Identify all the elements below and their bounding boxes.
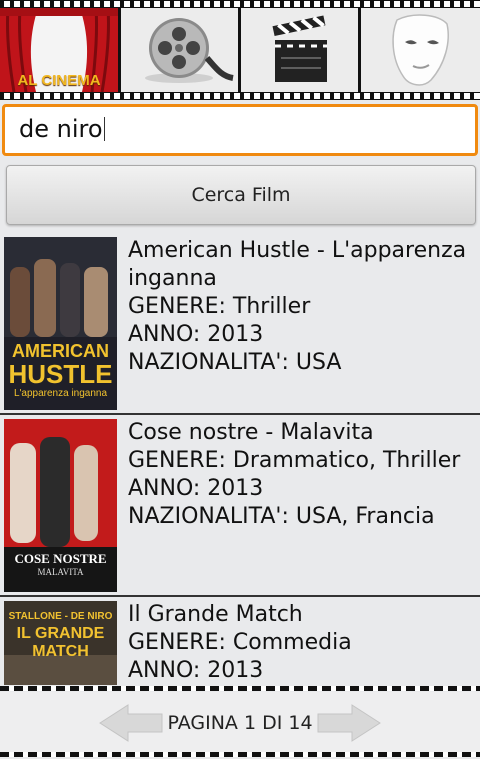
movie-year: ANNO: 2013 xyxy=(128,476,264,501)
list-item[interactable]: STALLONE - DE NIRO IL GRANDE MATCH Il Gr… xyxy=(0,597,480,685)
film-sprockets-footer-bottom xyxy=(0,752,480,757)
movie-title: American Hustle - L'apparenza xyxy=(128,238,467,263)
movie-country: NAZIONALITA': USA, Francia xyxy=(128,504,435,529)
poster-title: IL GRANDE MATCH xyxy=(16,625,105,660)
poster-tagline: L'apparenza inganna xyxy=(13,388,108,399)
movie-title: Cose nostre - Malavita xyxy=(128,420,374,445)
tab-theater-mask[interactable] xyxy=(361,8,480,92)
pagination-label: PAGINA 1 DI 14 xyxy=(167,712,313,734)
poster-image: AMERICAN HUSTLE L'apparenza inganna xyxy=(4,237,117,410)
tab-film-reel[interactable] xyxy=(121,8,238,92)
search-input[interactable]: de niro xyxy=(2,104,478,156)
film-sprockets-footer-top xyxy=(0,686,480,691)
tab-al-cinema[interactable]: AL CINEMA xyxy=(0,8,118,92)
movie-genre: GENERE: Thriller xyxy=(128,294,311,319)
mask-icon xyxy=(361,8,480,92)
poster-actors: STALLONE - DE NIRO xyxy=(8,611,113,622)
text-caret xyxy=(103,117,105,141)
search-button[interactable]: Cerca Film xyxy=(6,165,476,225)
movie-genre: GENERE: Commedia xyxy=(128,630,352,655)
movie-title-continued: inganna xyxy=(128,266,217,291)
header-film-strip: AL CINEMA xyxy=(0,0,480,100)
results-list[interactable]: AMERICAN HUSTLE L'apparenza inganna Amer… xyxy=(0,233,480,685)
list-item[interactable]: AMERICAN HUSTLE L'apparenza inganna Amer… xyxy=(0,233,480,415)
movie-country: NAZIONALITA': USA xyxy=(128,350,342,375)
poster-image: STALLONE - DE NIRO IL GRANDE MATCH xyxy=(4,601,117,685)
film-reel-icon xyxy=(121,8,238,92)
clapperboard-icon xyxy=(241,8,358,92)
poster-title: HUSTLE xyxy=(8,359,113,389)
search-input-value: de niro xyxy=(19,115,103,143)
tab-al-cinema-label: AL CINEMA xyxy=(17,72,101,89)
tab-clapperboard[interactable] xyxy=(241,8,358,92)
movie-title: Il Grande Match xyxy=(128,602,303,627)
film-sprockets-bottom xyxy=(0,93,480,99)
poster-image: COSE NOSTRE MALAVITA xyxy=(4,419,117,592)
poster-actor-2: DE NIRO xyxy=(70,611,113,622)
movie-year: ANNO: 2013 xyxy=(128,658,264,683)
poster-actor-1: STALLONE xyxy=(8,611,62,622)
movie-genre: GENERE: Drammatico, Thriller xyxy=(128,448,461,473)
poster-subtitle: MALAVITA xyxy=(37,567,84,577)
movie-year: ANNO: 2013 xyxy=(128,322,264,347)
film-sprockets-top xyxy=(0,1,480,7)
poster-title: COSE NOSTRE xyxy=(14,551,107,566)
list-item[interactable]: COSE NOSTRE MALAVITA Cose nostre - Malav… xyxy=(0,415,480,597)
